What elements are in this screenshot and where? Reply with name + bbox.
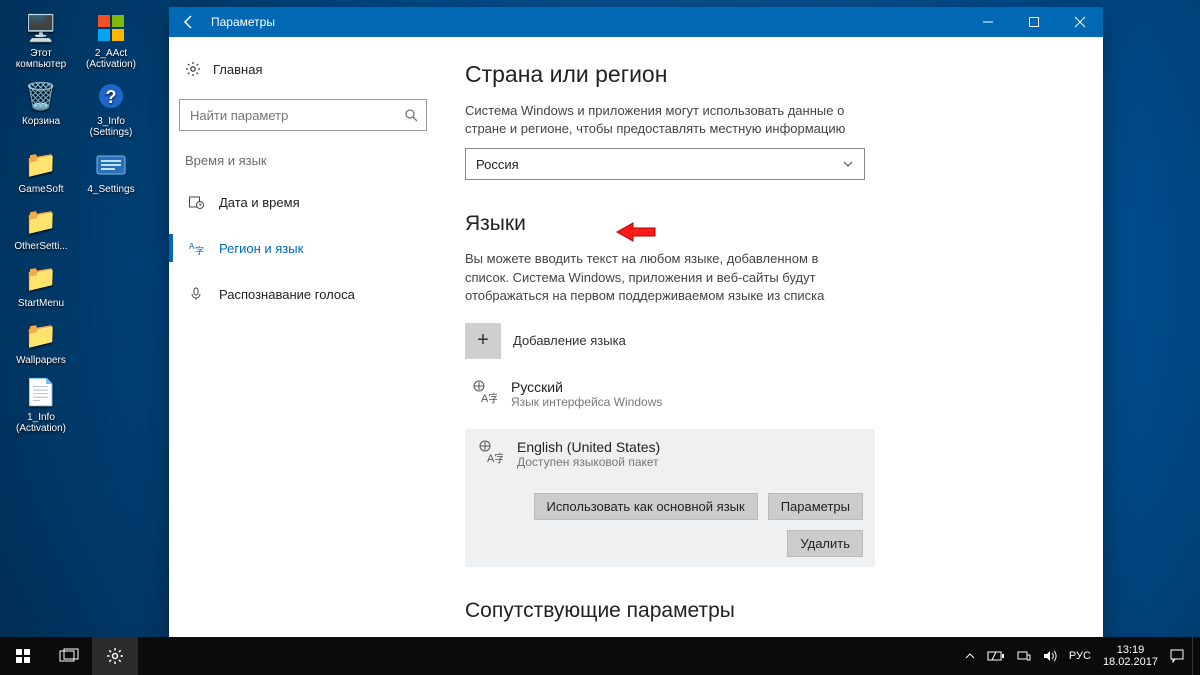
remove-button[interactable]: Удалить [787, 530, 863, 557]
label: OtherSetti... [14, 241, 67, 252]
calendar-clock-icon [187, 194, 205, 210]
desktop-icon-1info[interactable]: 📄1_Info (Activation) [10, 374, 72, 434]
search-icon [404, 108, 418, 122]
tray-action-center-icon[interactable] [1170, 649, 1184, 663]
search-box[interactable] [179, 99, 427, 131]
task-view-button[interactable] [46, 637, 92, 675]
system-tray: РУС 13:19 18.02.2017 [957, 644, 1192, 668]
language-glyph-icon: A字 [471, 379, 499, 409]
desktop-icon-gamesoft[interactable]: 📁GameSoft [10, 146, 72, 195]
region-select[interactable]: Россия [465, 148, 865, 180]
desktop-icon-aact[interactable]: 2_AAct (Activation) [80, 10, 142, 70]
region-value: Россия [476, 157, 519, 172]
language-glyph-icon: A字 [477, 439, 505, 465]
label: Распознавание голоса [219, 287, 355, 302]
desktop-icon-this-pc[interactable]: 🖥️Этот компьютер [10, 10, 72, 70]
settings-taskbar-button[interactable] [92, 637, 138, 675]
annotation-arrow-icon [615, 221, 657, 243]
tray-language[interactable]: РУС [1069, 650, 1091, 662]
microphone-icon [187, 286, 205, 302]
label: Дата и время [219, 195, 300, 210]
label: 3_Info (Settings) [90, 116, 133, 138]
window-title: Параметры [209, 15, 275, 29]
desktop-icon-wallpapers[interactable]: 📁Wallpapers [10, 317, 72, 366]
options-button[interactable]: Параметры [768, 493, 863, 520]
sidebar: Главная Время и язык Дата и время A字 Рег… [169, 37, 437, 652]
languages-description: Вы можете вводить текст на любом языке, … [465, 250, 865, 305]
sidebar-item-speech[interactable]: Распознавание голоса [179, 274, 427, 314]
desktop-icons: 🖥️Этот компьютер 2_AAct (Activation) 🗑️К… [10, 10, 150, 434]
set-default-button[interactable]: Использовать как основной язык [534, 493, 758, 520]
category-title: Время и язык [179, 149, 427, 176]
svg-text:字: 字 [195, 245, 204, 256]
maximize-button[interactable] [1011, 7, 1057, 37]
heading-region: Страна или регион [465, 61, 1079, 88]
content-area: Страна или регион Система Windows и прил… [437, 37, 1103, 652]
titlebar: Параметры [169, 7, 1103, 37]
add-language[interactable]: + Добавление языка [465, 323, 1079, 359]
language-item-russian[interactable]: A字 Русский Язык интерфейса Windows [465, 373, 875, 415]
language-name: English (United States) [517, 439, 660, 455]
heading-languages: Языки [465, 212, 1079, 236]
sidebar-home[interactable]: Главная [179, 51, 427, 87]
desktop-icon-3info[interactable]: ? 3_Info (Settings) [80, 78, 142, 138]
svg-text:A字: A字 [487, 451, 503, 465]
region-description: Система Windows и приложения могут испол… [465, 102, 865, 138]
language-icon: A字 [187, 240, 205, 256]
show-desktop-button[interactable] [1192, 637, 1200, 675]
label: Wallpapers [16, 355, 66, 366]
svg-text:?: ? [106, 87, 117, 107]
desktop-icon-startmenu[interactable]: 📁StartMenu [10, 260, 72, 309]
close-button[interactable] [1057, 7, 1103, 37]
tray-network-icon[interactable] [1017, 649, 1031, 663]
taskbar: РУС 13:19 18.02.2017 [0, 637, 1200, 675]
label: 4_Settings [87, 184, 134, 195]
sidebar-item-datetime[interactable]: Дата и время [179, 182, 427, 222]
svg-text:A字: A字 [481, 391, 497, 405]
label: Корзина [22, 116, 60, 127]
tray-date: 18.02.2017 [1103, 656, 1158, 668]
language-actions: Использовать как основной язык Параметры… [477, 493, 863, 557]
gear-icon [185, 61, 201, 77]
chevron-down-icon [842, 158, 854, 170]
add-language-label: Добавление языка [513, 333, 626, 348]
heading-related: Сопутствующие параметры [465, 599, 1079, 623]
tray-battery-icon[interactable] [987, 650, 1005, 662]
tray-volume-icon[interactable] [1043, 649, 1057, 663]
label: 2_AAct (Activation) [86, 48, 136, 70]
back-button[interactable] [169, 7, 209, 37]
language-subtitle: Доступен языковой пакет [517, 455, 660, 469]
desktop-icon-othersettings[interactable]: 📁OtherSetti... [10, 203, 72, 252]
language-item-english[interactable]: A字 English (United States) Доступен язык… [465, 429, 875, 567]
tray-time: 13:19 [1103, 644, 1158, 656]
minimize-button[interactable] [965, 7, 1011, 37]
start-button[interactable] [0, 637, 46, 675]
label: Этот компьютер [16, 48, 66, 70]
label: 1_Info (Activation) [16, 412, 66, 434]
settings-window: Параметры Главная Время и язык Дата и вр… [169, 7, 1103, 652]
desktop-icon-recycle-bin[interactable]: 🗑️Корзина [10, 78, 72, 138]
sidebar-item-region-language[interactable]: A字 Регион и язык [179, 228, 427, 268]
search-input[interactable] [188, 107, 404, 124]
label: StartMenu [18, 298, 64, 309]
language-subtitle: Язык интерфейса Windows [511, 395, 662, 409]
home-label: Главная [213, 62, 262, 77]
plus-icon: + [465, 323, 501, 359]
desktop-icon-4settings[interactable]: 4_Settings [80, 146, 142, 195]
label: Регион и язык [219, 241, 303, 256]
tray-clock[interactable]: 13:19 18.02.2017 [1103, 644, 1158, 668]
label: GameSoft [18, 184, 63, 195]
tray-chevron-up-icon[interactable] [965, 651, 975, 661]
language-name: Русский [511, 379, 662, 395]
